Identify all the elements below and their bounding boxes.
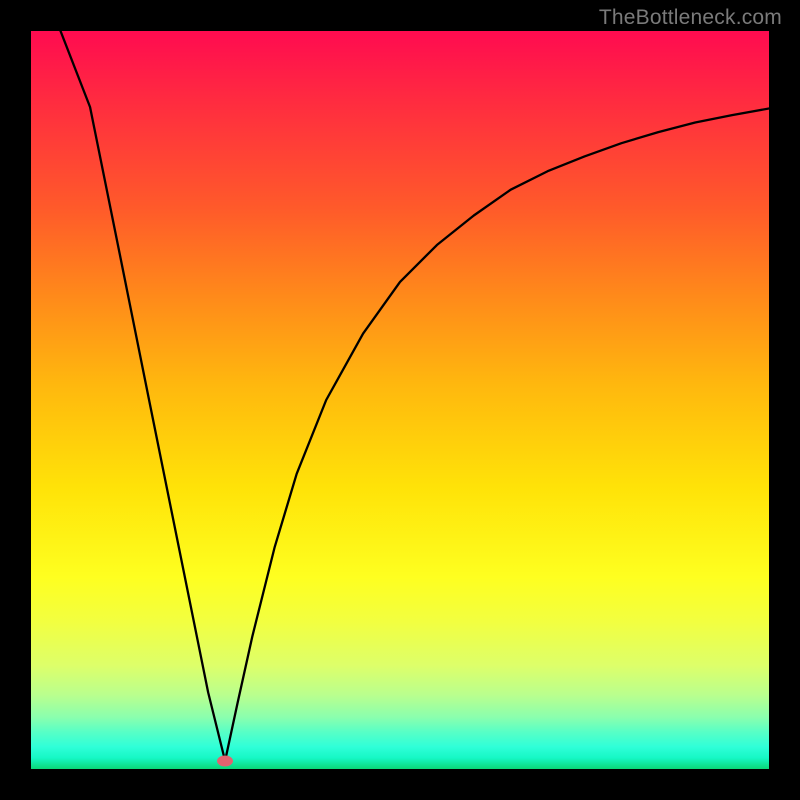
chart-container: TheBottleneck.com [0, 0, 800, 800]
curve-svg [31, 31, 769, 769]
plot-area [31, 31, 769, 769]
minimum-marker [217, 755, 233, 766]
curve-line [32, 31, 769, 761]
watermark-label: TheBottleneck.com [599, 6, 782, 30]
